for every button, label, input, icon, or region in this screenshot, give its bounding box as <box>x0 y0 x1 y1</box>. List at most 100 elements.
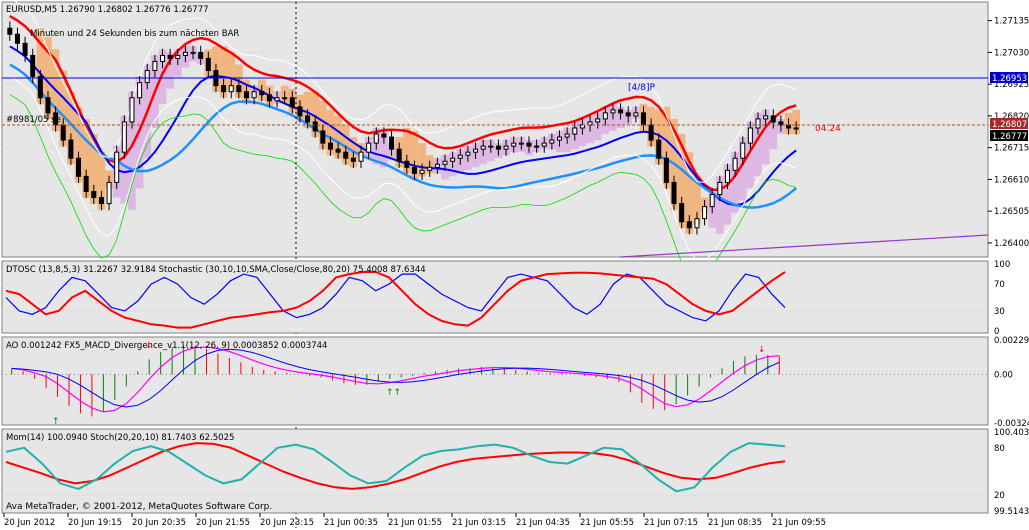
candle-body <box>389 136 395 150</box>
candle-body <box>114 151 120 183</box>
mom-tick-label: 100.4035 <box>994 428 1029 438</box>
candle-body <box>656 139 662 159</box>
mom-title: Mom(14) 100.0940 Stoch(20,20,10) 81.7403… <box>6 433 234 443</box>
candle-body <box>205 57 211 72</box>
candle-body <box>144 70 150 84</box>
time-axis: 20 Jun 2012 20 Jun 19:15 20 Jun 20:35 20 Ju… <box>3 513 826 528</box>
time-tick-label: 21 Jun 04:35 <box>516 518 570 528</box>
upper-tag: 1.26807 <box>992 120 1027 130</box>
candle-body <box>549 139 555 144</box>
candle-body <box>373 133 379 144</box>
candle-body <box>411 166 417 174</box>
candle-body <box>343 151 349 159</box>
candle-body <box>266 94 272 102</box>
candle-body <box>671 181 677 205</box>
candle-body <box>663 157 669 183</box>
candle-body <box>121 121 127 153</box>
candle-body <box>98 197 104 205</box>
divergence-arrow-up-2: ↑↑ <box>386 388 401 398</box>
candle-body <box>366 142 372 153</box>
candle-body <box>686 221 692 229</box>
candle-body <box>167 54 173 59</box>
candle-body <box>495 145 501 150</box>
candle-body <box>625 112 631 117</box>
candle-body <box>679 203 685 223</box>
candle-body <box>137 82 143 99</box>
candle-body <box>396 148 402 162</box>
candle-body <box>572 127 578 135</box>
candle-body <box>312 121 318 132</box>
candle-body <box>564 133 570 138</box>
candle-body <box>236 85 242 93</box>
candle-body <box>534 145 540 148</box>
candle-body <box>251 91 257 99</box>
candle-body <box>480 145 486 150</box>
candle-body <box>106 181 112 205</box>
candle-body <box>747 127 753 144</box>
price-tick-label: 1.27030 <box>994 48 1029 58</box>
note-label: #8981/05 se <box>6 115 61 125</box>
candle-body <box>129 97 135 123</box>
candle-body <box>198 51 204 59</box>
candle-body <box>526 142 532 147</box>
level-tag: 1.26953 <box>992 74 1027 84</box>
mom-tick-label: 20 <box>994 491 1005 501</box>
time-tick-label: 21 Jun 05:55 <box>580 518 634 528</box>
candle-body <box>305 115 311 123</box>
ao-axis: 0.002290.00-0.00324 <box>994 336 1029 429</box>
candle-body <box>358 151 364 162</box>
candle-body <box>640 112 646 126</box>
candle-body <box>450 157 456 162</box>
candle-body <box>694 218 700 229</box>
candle-body <box>434 163 440 168</box>
candle-body <box>221 85 227 93</box>
candle-body <box>595 118 601 123</box>
dtosc-tick-label: 100 <box>994 260 1010 270</box>
candle-body <box>190 51 196 54</box>
candle-body <box>76 157 82 177</box>
candle-body <box>320 130 326 144</box>
candle-body <box>152 60 158 72</box>
candle-body <box>350 157 356 162</box>
mom-axis: 100.4035 80 20 99.5143 <box>994 428 1029 517</box>
price-tick-label: 1.26505 <box>994 207 1029 217</box>
mom-tick-label: 80 <box>994 444 1005 454</box>
trading-chart: EURUSD,M5 1.26790 1.26802 1.26776 1.2677… <box>1 0 1029 528</box>
candle-body <box>755 118 761 129</box>
candle-body <box>228 85 234 93</box>
candle-body <box>488 145 494 148</box>
candle-body <box>511 142 517 147</box>
candle-body <box>648 124 654 141</box>
candle-body <box>732 157 738 171</box>
candle-body <box>327 142 333 150</box>
ao-tick-label: 0.00229 <box>994 336 1029 346</box>
candle-body <box>335 148 341 153</box>
candle-body <box>518 142 524 145</box>
price-tick-label: 1.26715 <box>994 144 1029 154</box>
candle-body <box>419 169 425 174</box>
candle-body <box>465 151 471 156</box>
time-tick-label: 21 Jun 09:55 <box>772 518 826 528</box>
mom-tick-label: 99.5143 <box>994 507 1029 517</box>
countdown-label: Minuten und 24 Sekunden bis zum nächsten… <box>30 29 239 39</box>
dtosc-title: DTOSC (13,8,5,3) 31.2267 32.9184 Stochas… <box>6 265 426 275</box>
candle-body <box>297 106 303 117</box>
candle-body <box>602 112 608 120</box>
candle-body <box>22 42 28 56</box>
candle-body <box>381 133 387 138</box>
candle-body <box>473 148 479 153</box>
candle-body <box>717 181 723 196</box>
candle-body <box>610 109 616 114</box>
candle-body <box>793 127 799 130</box>
candle-body <box>763 115 769 120</box>
candle-body <box>45 97 51 114</box>
time-tick-label: 21 Jun 00:35 <box>324 518 378 528</box>
dtosc-tick-label: 70 <box>994 280 1005 290</box>
candle-body <box>740 142 746 159</box>
divergence-arrow-down-1: ↓ <box>145 341 153 351</box>
candle-body <box>541 142 547 147</box>
time-tick-label: 21 Jun 03:15 <box>452 518 506 528</box>
candle-body <box>427 166 433 171</box>
time-tick-label: 20 Jun 2012 <box>4 518 55 528</box>
dtosc-axis: 10070300 <box>994 260 1010 337</box>
